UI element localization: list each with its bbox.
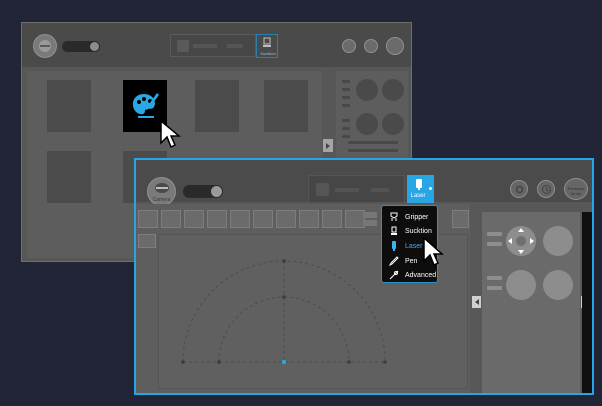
axis-label-placeholder <box>487 232 502 236</box>
xy-joystick[interactable] <box>506 226 536 256</box>
palette-brush-icon <box>132 93 159 118</box>
thumbnail[interactable] <box>161 210 181 228</box>
tool-tile[interactable] <box>195 80 239 132</box>
menu-item-advanced[interactable]: Advanced <box>382 268 437 282</box>
right-edge-strip <box>582 212 592 393</box>
mode-icon <box>316 183 329 196</box>
thumbnail[interactable] <box>184 210 204 228</box>
suction-cup-icon <box>263 37 271 47</box>
firmware-mode-label: Firmware Mode <box>567 186 585 196</box>
joystick-control[interactable] <box>382 79 404 101</box>
mode-selector-button[interactable]: Sucktion <box>256 34 278 58</box>
dropdown-indicator <box>429 187 432 190</box>
camera-toggle[interactable] <box>183 185 223 198</box>
control-panel <box>482 212 580 393</box>
origin-point <box>281 359 287 365</box>
tool-tile[interactable] <box>47 151 91 203</box>
camera-button[interactable] <box>33 34 57 58</box>
thumbnail[interactable] <box>138 210 158 228</box>
camera-button[interactable]: Camera <box>147 177 176 206</box>
axis-label-placeholder <box>487 286 502 290</box>
mode-label: Sucktion <box>260 51 276 56</box>
thumbnail[interactable] <box>138 234 156 248</box>
joystick-control[interactable] <box>382 113 404 135</box>
mouse-cursor-icon <box>423 236 444 267</box>
mouse-cursor-icon <box>160 119 182 149</box>
tool-tile[interactable] <box>264 80 308 132</box>
mode-text-placeholder <box>371 188 389 192</box>
collapse-left-arrow[interactable] <box>472 296 481 308</box>
clock-icon <box>542 185 551 194</box>
thumbnail[interactable] <box>253 210 273 228</box>
menu-item-label: Gripper <box>405 213 429 221</box>
thumbnail[interactable] <box>230 210 250 228</box>
axis-label-placeholder <box>487 276 502 280</box>
camera-icon <box>155 183 169 193</box>
camera-icon <box>39 40 51 52</box>
mode-segment[interactable] <box>170 34 256 57</box>
thumbnail[interactable] <box>345 210 365 228</box>
camera-label: Camera <box>152 197 171 203</box>
small-control[interactable] <box>363 212 377 218</box>
front-toolbar: Camera Laser Firmware Mode <box>136 160 592 206</box>
pen-icon <box>388 255 400 267</box>
small-control[interactable] <box>363 220 377 226</box>
camera-toggle[interactable] <box>62 41 100 52</box>
axis-label-placeholder <box>487 242 502 246</box>
collapse-arrow[interactable] <box>323 139 333 152</box>
direction-arrows-icon <box>508 228 534 254</box>
gripper-icon <box>388 211 400 223</box>
menu-item-label: Advanced <box>405 271 437 279</box>
mode-selector-button[interactable]: Laser <box>407 175 434 203</box>
menu-item-label: Sucktion <box>405 227 432 235</box>
mode-text-placeholder <box>335 188 359 192</box>
settings-button[interactable] <box>342 39 356 53</box>
gear-icon <box>515 185 524 194</box>
menu-item-label: Pen <box>405 257 418 265</box>
firmware-mode-button[interactable]: Firmware Mode <box>564 178 588 200</box>
z-joystick[interactable] <box>543 226 573 256</box>
history-button[interactable] <box>537 180 555 198</box>
mode-text-placeholder <box>193 44 217 48</box>
mode-text-placeholder <box>227 44 243 48</box>
mode-label: Laser <box>410 193 426 199</box>
joystick-control[interactable] <box>356 79 378 101</box>
back-toolbar: Sucktion <box>22 23 411 67</box>
laser-app-window: Camera Laser Firmware Mode Gripper Suckt… <box>134 158 594 395</box>
tool-tile[interactable] <box>47 80 91 132</box>
mode-icon <box>177 40 189 52</box>
rotation-joystick[interactable] <box>506 270 536 300</box>
thumbnail[interactable] <box>299 210 319 228</box>
thumbnail[interactable] <box>276 210 296 228</box>
mode-segment[interactable] <box>308 175 405 203</box>
menu-item-gripper[interactable]: Gripper <box>382 210 437 224</box>
joystick-control[interactable] <box>356 113 378 135</box>
laser-icon <box>388 240 400 252</box>
laser-icon <box>416 179 422 190</box>
settings-button[interactable] <box>510 180 528 198</box>
gripper-joystick[interactable] <box>543 270 573 300</box>
thumbnail[interactable] <box>207 210 227 228</box>
suction-cup-icon <box>388 225 400 237</box>
firmware-button[interactable] <box>386 37 404 55</box>
advanced-icon <box>388 269 400 281</box>
history-button[interactable] <box>364 39 378 53</box>
thumbnail[interactable] <box>322 210 342 228</box>
menu-item-label: Laser <box>405 242 423 250</box>
thumbnail[interactable] <box>452 210 469 228</box>
